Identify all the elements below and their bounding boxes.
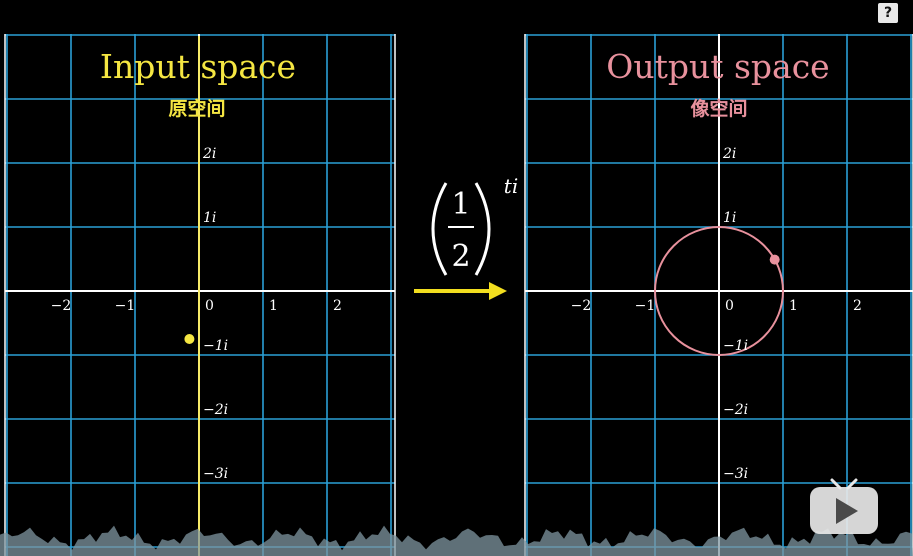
input-y-tick-label: −2i [203, 402, 228, 418]
help-button[interactable]: ? [878, 3, 898, 23]
input-x-tick-label: 0 [205, 298, 214, 314]
input-x-tick-label: −2 [51, 298, 72, 314]
fraction-numerator: 1 [451, 187, 470, 222]
left-paren [431, 182, 448, 276]
output-y-tick-label: −1i [723, 338, 748, 354]
input-x-tick-label: 2 [333, 298, 342, 314]
input-x-tick-label: −1 [115, 298, 136, 314]
help-icon: ? [883, 5, 893, 21]
input-space-title: Input space [100, 47, 296, 86]
output-x-tick-label: −2 [571, 298, 592, 314]
output-space-subtitle: 像空间 [690, 97, 747, 120]
input-tick-labels: −2 −1 0 1 2 2i 1i −1i −2i −3i [51, 146, 342, 482]
input-y-tick-label: −3i [203, 466, 228, 482]
input-point [184, 334, 195, 344]
play-button[interactable] [808, 478, 880, 536]
input-space-panel: −2 −1 0 1 2 2i 1i −1i −2i −3i Input space 原空间 [4, 34, 396, 556]
timeline-waveform [0, 525, 913, 556]
input-y-tick-label: 1i [203, 210, 216, 226]
input-space-subtitle: 原空间 [168, 97, 225, 120]
right-paren [474, 182, 491, 276]
output-x-tick-label: 0 [725, 298, 734, 314]
output-space-title: Output space [606, 47, 829, 86]
output-x-tick-label: 2 [853, 298, 862, 314]
exponent: ti [504, 174, 518, 198]
output-point [769, 254, 780, 265]
output-y-tick-label: 2i [722, 146, 736, 162]
output-y-tick-label: −2i [723, 402, 748, 418]
tv-play-icon [810, 478, 878, 534]
output-y-tick-label: 1i [723, 210, 736, 226]
mapping-arrow-icon [414, 282, 507, 300]
output-y-tick-label: −3i [723, 466, 748, 482]
output-tick-labels: −2 −1 0 1 2 2i 1i −1i −2i −3i [571, 146, 862, 482]
input-y-tick-label: 2i [202, 146, 216, 162]
fraction-denominator: 2 [451, 239, 470, 274]
output-x-tick-label: −1 [635, 298, 656, 314]
input-y-tick-label: −1i [203, 338, 228, 354]
output-x-tick-label: 1 [789, 298, 798, 314]
input-x-tick-label: 1 [269, 298, 278, 314]
transform-formula: 1 2 ti [431, 174, 518, 276]
